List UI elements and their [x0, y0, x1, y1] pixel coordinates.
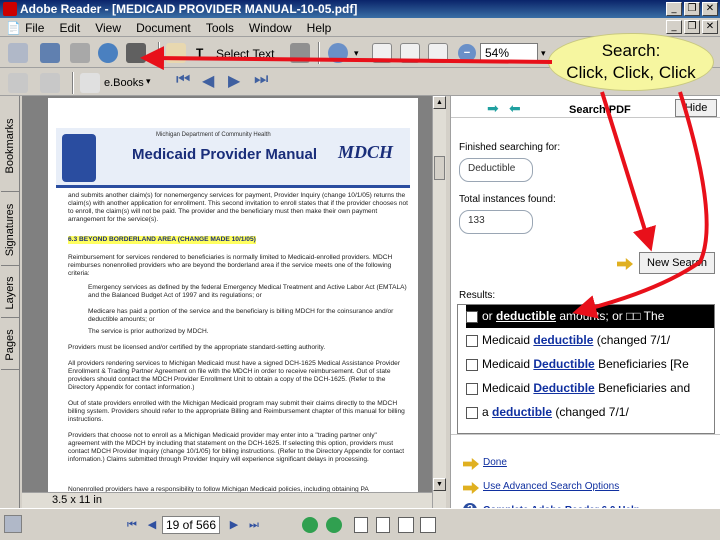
arrow-to-search-icon: [140, 46, 553, 71]
arrow-to-first-result: [572, 91, 709, 319]
arrow-to-new-search: [600, 91, 656, 252]
annotation-arrows: [140, 46, 709, 319]
